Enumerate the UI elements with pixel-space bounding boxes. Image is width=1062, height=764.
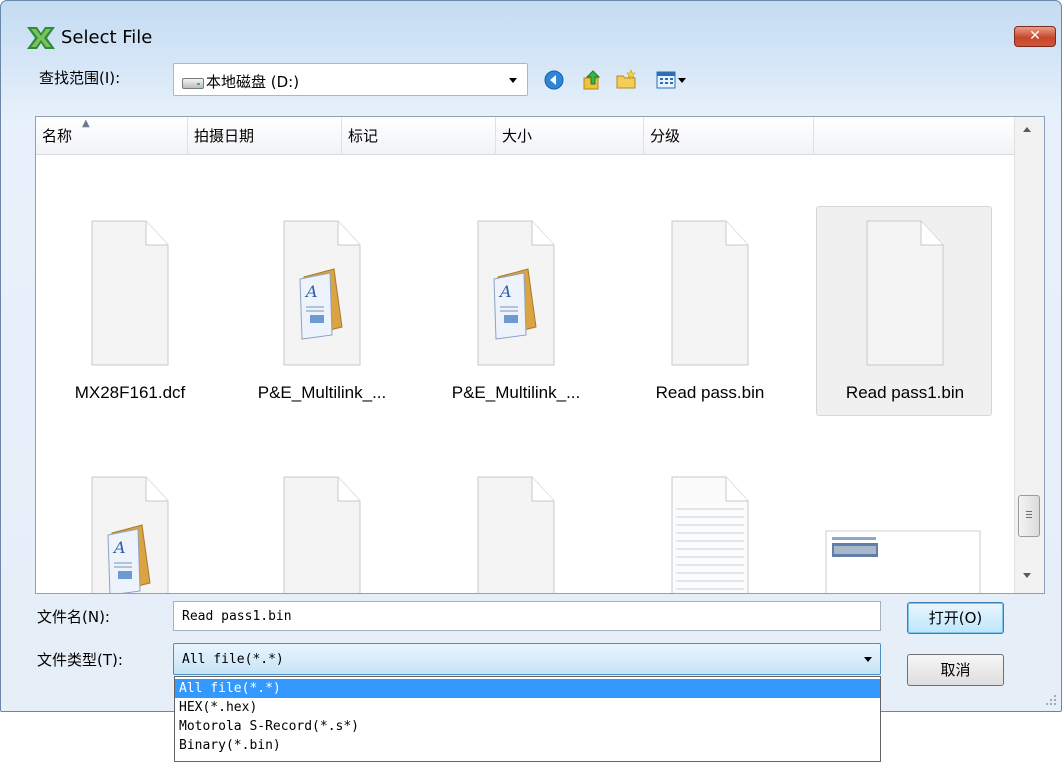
title-bar[interactable]: Select File ✕ <box>1 1 1061 53</box>
vertical-scrollbar[interactable] <box>1014 117 1044 593</box>
chevron-down-icon[interactable] <box>509 78 517 83</box>
svg-text:A: A <box>112 538 126 557</box>
document-file-icon: A <box>91 476 169 593</box>
chevron-down-icon[interactable] <box>864 657 872 662</box>
look-in-combobox[interactable]: 本地磁盘 (D:) <box>173 63 528 96</box>
file-type-label: 文件类型(T): <box>37 651 123 669</box>
file-name: P&E_Multilink_... <box>257 383 387 402</box>
image-thumbnail-icon <box>825 530 981 593</box>
text-file-icon <box>671 476 749 593</box>
file-item[interactable] <box>816 463 992 593</box>
blank-file-icon <box>283 476 361 593</box>
file-item-selected[interactable]: Read pass1.bin <box>816 206 992 416</box>
scrollbar-thumb[interactable] <box>1018 495 1040 537</box>
file-item[interactable]: MX28F161.dcf <box>42 207 218 417</box>
select-file-dialog: Select File ✕ 查找范围(I): 本地磁盘 (D:) 名称 ▲ 拍摄… <box>0 0 1062 712</box>
file-item[interactable]: A <box>42 463 218 593</box>
column-header-name[interactable]: 名称 ▲ <box>36 117 188 155</box>
blank-file-icon <box>91 220 169 366</box>
up-folder-icon[interactable] <box>581 69 603 91</box>
scroll-up-arrow-icon[interactable] <box>1023 127 1031 132</box>
blank-file-icon <box>477 476 555 593</box>
column-header-date-taken[interactable]: 拍摄日期 <box>188 117 342 155</box>
look-in-value: 本地磁盘 (D:) <box>206 73 300 91</box>
column-header-size[interactable]: 大小 <box>496 117 644 155</box>
blank-file-icon <box>671 220 749 366</box>
new-folder-icon[interactable] <box>615 69 637 91</box>
view-menu-icon[interactable] <box>655 69 689 91</box>
look-in-label: 查找范围(I): <box>39 69 121 87</box>
file-type-value: All file(*.*) <box>182 652 284 667</box>
file-type-option-all[interactable]: All file(*.*) <box>175 679 880 698</box>
file-type-option-srecord[interactable]: Motorola S-Record(*.s*) <box>175 717 880 736</box>
scroll-down-arrow-icon[interactable] <box>1023 573 1031 578</box>
file-name-input[interactable] <box>173 601 881 631</box>
file-type-option-binary[interactable]: Binary(*.bin) <box>175 736 880 755</box>
window-title: Select File <box>61 27 153 48</box>
back-icon[interactable] <box>543 69 565 91</box>
file-name: Read pass1.bin <box>845 383 965 402</box>
column-header-tags[interactable]: 标记 <box>342 117 496 155</box>
file-type-dropdown-list: All file(*.*) HEX(*.hex) Motorola S-Reco… <box>174 676 881 762</box>
cancel-button[interactable]: 取消 <box>907 654 1004 686</box>
resize-grip-icon[interactable] <box>1045 694 1057 706</box>
column-header-bar: 名称 ▲ 拍摄日期 标记 大小 分级 <box>36 117 1014 155</box>
file-list-view[interactable]: 名称 ▲ 拍摄日期 标记 大小 分级 MX28F161.dcf A P&E_Mu… <box>35 116 1045 594</box>
file-name-label: 文件名(N): <box>37 608 110 626</box>
file-type-combobox[interactable]: All file(*.*) <box>173 643 881 675</box>
file-item[interactable] <box>428 463 604 593</box>
file-item[interactable]: A P&E_Multilink_... <box>428 207 604 417</box>
grip-icon <box>1026 511 1032 512</box>
svg-text:A: A <box>498 282 512 301</box>
file-item[interactable] <box>622 463 798 593</box>
app-logo-icon <box>27 27 55 49</box>
local-disk-icon <box>182 78 204 89</box>
svg-text:A: A <box>304 282 318 301</box>
file-item[interactable]: Read pass.bin <box>622 207 798 417</box>
close-button[interactable]: ✕ <box>1014 26 1056 47</box>
file-type-option-hex[interactable]: HEX(*.hex) <box>175 698 880 717</box>
document-file-icon: A <box>283 220 361 366</box>
open-button[interactable]: 打开(O) <box>907 602 1004 634</box>
file-item[interactable] <box>234 463 410 593</box>
sort-ascending-icon: ▲ <box>82 118 90 129</box>
file-item[interactable]: A P&E_Multilink_... <box>234 207 410 417</box>
file-name: P&E_Multilink_... <box>451 383 581 402</box>
document-file-icon: A <box>477 220 555 366</box>
column-header-rating[interactable]: 分级 <box>644 117 814 155</box>
file-name: MX28F161.dcf <box>74 383 186 402</box>
blank-file-icon <box>866 220 944 366</box>
file-name: Read pass.bin <box>655 383 765 402</box>
